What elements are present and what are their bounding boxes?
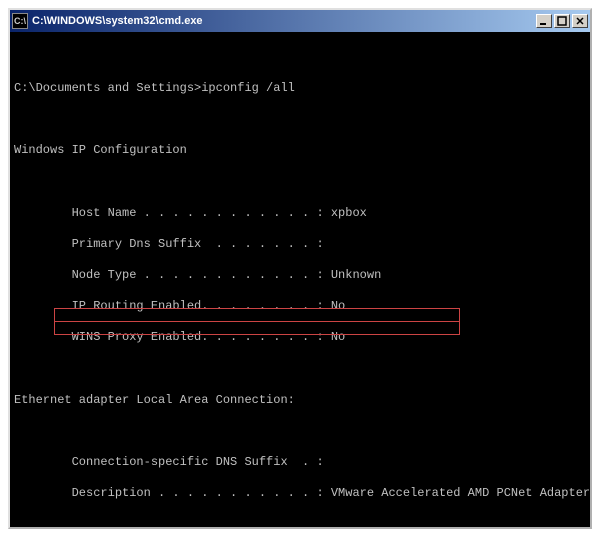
winsproxy-value: No [331, 330, 345, 344]
blank-line [14, 50, 586, 66]
maximize-button[interactable] [554, 14, 570, 28]
prompt-line: C:\Documents and Settings>ipconfig /all [14, 81, 586, 97]
conn-suffix-label: Connection-specific DNS Suffix . : [14, 455, 324, 469]
cmd-window: C:\ C:\WINDOWS\system32\cmd.exe C:\Docum… [8, 8, 592, 529]
close-button[interactable] [572, 14, 588, 28]
iprouting-label: IP Routing Enabled. . . . . . . . : [14, 299, 331, 313]
blank-line [14, 424, 586, 440]
dns-suffix-row: Primary Dns Suffix . . . . . . . : [14, 237, 586, 253]
nodetype-row: Node Type . . . . . . . . . . . . : Unkn… [14, 268, 586, 284]
terminal-body[interactable]: C:\Documents and Settings>ipconfig /all … [10, 32, 590, 527]
hostname-value: xpbox [331, 206, 367, 220]
blank-line [14, 517, 586, 527]
cmd-icon: C:\ [12, 13, 28, 29]
hostname-label: Host Name . . . . . . . . . . . . : [14, 206, 331, 220]
section-heading: Windows IP Configuration [14, 143, 586, 159]
winsproxy-label: WINS Proxy Enabled. . . . . . . . : [14, 330, 331, 344]
nodetype-label: Node Type . . . . . . . . . . . . : [14, 268, 331, 282]
iprouting-row: IP Routing Enabled. . . . . . . . : No [14, 299, 586, 315]
iprouting-value: No [331, 299, 345, 313]
titlebar[interactable]: C:\ C:\WINDOWS\system32\cmd.exe [10, 10, 590, 32]
prompt: C:\Documents and Settings> [14, 81, 201, 95]
adapter-heading: Ethernet adapter Local Area Connection: [14, 393, 586, 409]
minimize-button[interactable] [536, 14, 552, 28]
dns-suffix-label: Primary Dns Suffix . . . . . . . : [14, 237, 324, 251]
conn-suffix-row: Connection-specific DNS Suffix . : [14, 455, 586, 471]
nodetype-value: Unknown [331, 268, 381, 282]
description-row: Description . . . . . . . . . . . : VMwa… [14, 486, 586, 502]
blank-line [14, 112, 586, 128]
window-buttons [536, 14, 588, 28]
winsproxy-row: WINS Proxy Enabled. . . . . . . . : No [14, 330, 586, 346]
window-title: C:\WINDOWS\system32\cmd.exe [32, 15, 536, 27]
description-value: VMware Accelerated AMD PCNet Adapter [331, 486, 590, 500]
blank-line [14, 361, 586, 377]
blank-line [14, 174, 586, 190]
hostname-row: Host Name . . . . . . . . . . . . : xpbo… [14, 206, 586, 222]
description-label: Description . . . . . . . . . . . : [14, 486, 331, 500]
command-text: ipconfig /all [201, 81, 295, 95]
